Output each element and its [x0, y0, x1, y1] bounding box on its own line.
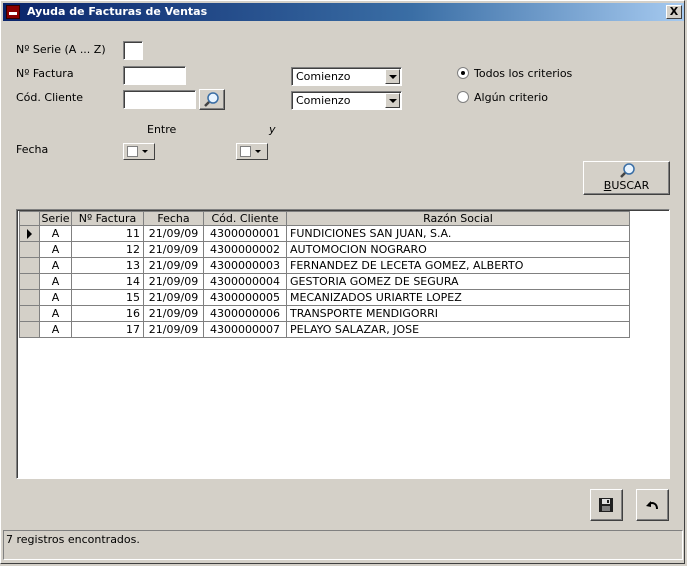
cell-cliente: 4300000007	[203, 321, 287, 338]
cell-cliente: 4300000005	[203, 289, 287, 306]
factura-match-value: Comienzo	[296, 70, 351, 83]
cell-serie: A	[39, 257, 72, 274]
fecha-desde-picker[interactable]	[123, 143, 155, 160]
cell-factura: 16	[71, 305, 144, 322]
fecha-desde-checkbox[interactable]	[127, 146, 138, 157]
cell-factura: 17	[71, 321, 144, 338]
cell-fecha: 21/09/09	[143, 257, 204, 274]
row-selector[interactable]	[19, 241, 40, 258]
cell-razon-social: FERNANDEZ DE LECETA GOMEZ, ALBERTO	[286, 257, 630, 274]
row-selector[interactable]	[19, 321, 40, 338]
cliente-search-button[interactable]	[199, 89, 225, 110]
column-header-razon-social[interactable]: Razón Social	[286, 211, 630, 226]
status-text: 7 registros encontrados.	[6, 533, 140, 546]
cell-factura: 13	[71, 257, 144, 274]
fecha-hasta-checkbox[interactable]	[240, 146, 251, 157]
title-bar[interactable]: Ayuda de Facturas de Ventas X	[3, 3, 684, 21]
undo-arrow-icon	[646, 501, 658, 510]
factura-match-select[interactable]: Comienzo	[291, 67, 402, 86]
results-table: Serie Nº Factura Fecha Cód. Cliente Razó…	[19, 211, 630, 338]
radio-algun-label: Algún criterio	[474, 91, 549, 104]
cell-cliente: 4300000003	[203, 257, 287, 274]
factura-label: Nº Factura	[16, 67, 74, 80]
cell-cliente: 4300000004	[203, 273, 287, 290]
buscar-button[interactable]: BUSCAR	[583, 161, 670, 195]
table-row[interactable]: A 14 21/09/09 4300000004 GESTORIA GOMEZ …	[19, 273, 630, 290]
cell-razon-social: PELAYO SALAZAR, JOSE	[286, 321, 630, 338]
radio-todos-label: Todos los criterios	[474, 67, 573, 80]
cell-fecha: 21/09/09	[143, 321, 204, 338]
magnifier-icon	[204, 92, 219, 107]
cell-fecha: 21/09/09	[143, 305, 204, 322]
cell-cliente: 4300000001	[203, 225, 287, 242]
radio-algun-criterio[interactable]	[457, 91, 469, 103]
row-selector[interactable]	[19, 305, 40, 322]
chevron-down-icon[interactable]	[385, 69, 400, 84]
cell-fecha: 21/09/09	[143, 225, 204, 242]
table-row[interactable]: A 17 21/09/09 4300000007 PELAYO SALAZAR,…	[19, 321, 630, 338]
cell-razon-social: FUNDICIONES SAN JUAN, S.A.	[286, 225, 630, 242]
table-row[interactable]: A 13 21/09/09 4300000003 FERNANDEZ DE LE…	[19, 257, 630, 274]
column-header-fecha[interactable]: Fecha	[143, 211, 204, 226]
buscar-label: BUSCAR	[603, 179, 650, 192]
floppy-disk-icon	[599, 498, 613, 512]
header-selector	[19, 211, 40, 226]
column-header-cliente[interactable]: Cód. Cliente	[203, 211, 287, 226]
cell-fecha: 21/09/09	[143, 241, 204, 258]
cell-serie: A	[39, 273, 72, 290]
cell-razon-social: TRANSPORTE MENDIGORRI	[286, 305, 630, 322]
table-row[interactable]: A 12 21/09/09 4300000002 AUTOMOCION NOGR…	[19, 241, 630, 258]
cell-serie: A	[39, 321, 72, 338]
table-header-row: Serie Nº Factura Fecha Cód. Cliente Razó…	[19, 211, 630, 226]
status-bar: 7 registros encontrados.	[3, 530, 683, 560]
row-selector[interactable]	[19, 289, 40, 306]
cliente-match-value: Comienzo	[296, 94, 351, 107]
y-label: y	[269, 123, 276, 136]
cliente-input[interactable]	[123, 90, 196, 109]
window-title: Ayuda de Facturas de Ventas	[27, 5, 208, 18]
cell-razon-social: GESTORIA GOMEZ DE SEGURA	[286, 273, 630, 290]
undo-button[interactable]	[636, 489, 669, 521]
row-selector[interactable]	[19, 257, 40, 274]
cell-cliente: 4300000002	[203, 241, 287, 258]
chevron-down-icon[interactable]	[385, 93, 400, 108]
cell-serie: A	[39, 289, 72, 306]
row-selector[interactable]	[19, 273, 40, 290]
cell-razon-social: MECANIZADOS URIARTE LOPEZ	[286, 289, 630, 306]
save-button[interactable]	[590, 489, 623, 521]
cell-cliente: 4300000006	[203, 305, 287, 322]
entre-label: Entre	[147, 123, 177, 136]
chevron-down-icon	[142, 150, 148, 153]
results-grid[interactable]: Serie Nº Factura Fecha Cód. Cliente Razó…	[16, 209, 670, 479]
cliente-label: Cód. Cliente	[16, 91, 83, 104]
column-header-factura[interactable]: Nº Factura	[71, 211, 144, 226]
magnifier-icon	[620, 163, 635, 178]
cell-factura: 11	[71, 225, 144, 242]
cell-factura: 15	[71, 289, 144, 306]
row-pointer-icon	[27, 229, 32, 239]
cell-serie: A	[39, 305, 72, 322]
table-row[interactable]: A 16 21/09/09 4300000006 TRANSPORTE MEND…	[19, 305, 630, 322]
cell-factura: 12	[71, 241, 144, 258]
fecha-label: Fecha	[16, 143, 49, 156]
row-selector[interactable]	[19, 225, 40, 242]
cell-serie: A	[39, 225, 72, 242]
app-icon	[6, 5, 20, 19]
cliente-match-select[interactable]: Comienzo	[291, 91, 402, 110]
serie-input[interactable]	[123, 41, 143, 60]
close-button[interactable]: X	[666, 5, 682, 19]
serie-label: Nº Serie (A ... Z)	[16, 43, 106, 56]
cell-factura: 14	[71, 273, 144, 290]
column-header-serie[interactable]: Serie	[39, 211, 72, 226]
factura-input[interactable]	[123, 66, 186, 85]
radio-todos-criterios[interactable]	[457, 67, 469, 79]
cell-serie: A	[39, 241, 72, 258]
cell-fecha: 21/09/09	[143, 273, 204, 290]
cell-fecha: 21/09/09	[143, 289, 204, 306]
cell-razon-social: AUTOMOCION NOGRARO	[286, 241, 630, 258]
table-row[interactable]: A 11 21/09/09 4300000001 FUNDICIONES SAN…	[19, 225, 630, 242]
table-row[interactable]: A 15 21/09/09 4300000005 MECANIZADOS URI…	[19, 289, 630, 306]
chevron-down-icon	[255, 150, 261, 153]
fecha-hasta-picker[interactable]	[236, 143, 268, 160]
